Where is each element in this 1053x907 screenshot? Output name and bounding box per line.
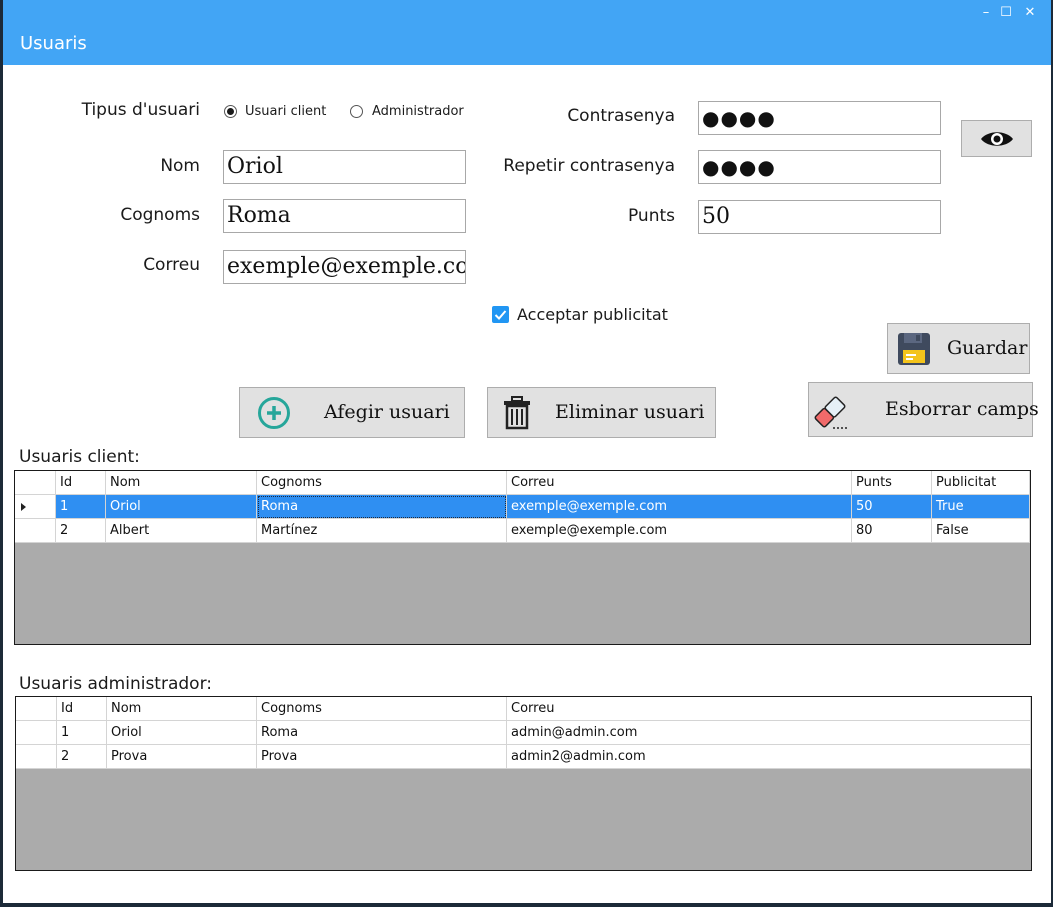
table-cell[interactable]: Prova <box>107 745 257 769</box>
column-header[interactable]: Id <box>56 471 106 495</box>
radio-admin-label[interactable]: Administrador <box>372 104 464 119</box>
table-cell[interactable]: Oriol <box>107 721 257 745</box>
publicitat-label[interactable]: Acceptar publicitat <box>517 305 668 324</box>
eraser-icon <box>814 396 847 429</box>
table-row[interactable]: 2 Albert Martínez exemple@exemple.com 80… <box>15 519 1030 543</box>
column-header[interactable]: Correu <box>507 697 1031 721</box>
add-user-button[interactable]: Afegir usuari <box>239 387 465 438</box>
add-user-label: Afegir usuari <box>324 401 450 423</box>
row-pointer-icon <box>21 503 26 511</box>
column-header[interactable]: Punts <box>852 471 932 495</box>
table-cell[interactable]: Martínez <box>257 519 507 543</box>
table-cell[interactable]: admin2@admin.com <box>507 745 1031 769</box>
admin-table: Id Nom Cognoms Correu 1 Oriol Roma admin… <box>15 696 1032 871</box>
table-row[interactable]: 1 Oriol Roma exemple@exemple.com 50 True <box>15 495 1030 519</box>
radio-client-label[interactable]: Usuari client <box>245 104 326 119</box>
row-header[interactable] <box>16 721 57 745</box>
publicitat-checkbox[interactable] <box>492 306 509 323</box>
minimize-button[interactable]: – <box>976 4 996 22</box>
row-header[interactable] <box>15 519 56 543</box>
save-button-label: Guardar <box>947 337 1028 359</box>
column-header[interactable]: Publicitat <box>932 471 1030 495</box>
repeat-password-label: Repetir contrasenya <box>503 156 675 176</box>
table-cell[interactable]: Roma <box>257 495 507 519</box>
user-type-label: Tipus d'usuari <box>81 100 200 120</box>
maximize-button[interactable]: ☐ <box>996 4 1016 22</box>
client-table-title: Usuaris client: <box>19 447 140 467</box>
trash-icon <box>504 396 530 430</box>
table-cell[interactable]: False <box>932 519 1030 543</box>
column-header[interactable]: Cognoms <box>257 471 507 495</box>
table-cell[interactable]: 2 <box>57 745 107 769</box>
checkmark-icon <box>494 310 507 320</box>
delete-user-label: Eliminar usuari <box>555 401 705 423</box>
title-bar: – ☐ ✕ Usuaris <box>3 0 1051 65</box>
table-cell[interactable]: Oriol <box>106 495 257 519</box>
nom-label: Nom <box>160 156 200 176</box>
cognoms-label: Cognoms <box>120 205 200 225</box>
table-header: Id Nom Cognoms Correu <box>16 697 1031 721</box>
close-button[interactable]: ✕ <box>1020 4 1040 22</box>
table-row[interactable]: 1 Oriol Roma admin@admin.com <box>16 721 1031 745</box>
clear-fields-button[interactable]: Esborrar camps <box>808 382 1039 437</box>
password-input[interactable]: ●●●● <box>698 101 941 135</box>
table-cell[interactable]: 2 <box>56 519 106 543</box>
client-table: Id Nom Cognoms Correu Punts Publicitat 1… <box>14 470 1031 645</box>
column-header[interactable]: Id <box>57 697 107 721</box>
window-title: Usuaris <box>20 33 87 54</box>
delete-user-button[interactable]: Eliminar usuari <box>487 387 716 438</box>
column-header[interactable]: Cognoms <box>257 697 507 721</box>
repeat-password-input[interactable]: ●●●● <box>698 150 941 184</box>
table-cell[interactable]: 80 <box>852 519 932 543</box>
plus-circle-icon <box>258 397 290 429</box>
nom-input[interactable]: Oriol <box>223 150 466 184</box>
table-cell[interactable]: True <box>932 495 1030 519</box>
eye-icon <box>981 132 1013 146</box>
table-cell[interactable]: Prova <box>257 745 507 769</box>
floppy-disk-icon <box>898 333 930 365</box>
table-row[interactable]: 2 Prova Prova admin2@admin.com <box>16 745 1031 769</box>
table-cell[interactable]: Albert <box>106 519 257 543</box>
clear-fields-label: Esborrar camps <box>885 398 1039 420</box>
save-button[interactable]: Guardar <box>887 323 1030 374</box>
column-header[interactable]: Correu <box>507 471 852 495</box>
column-header[interactable]: Nom <box>107 697 257 721</box>
table-cell[interactable]: exemple@exemple.com <box>507 519 852 543</box>
radio-client[interactable] <box>224 105 237 118</box>
punts-label: Punts <box>627 206 675 226</box>
cognoms-input[interactable]: Roma <box>223 199 466 233</box>
table-cell[interactable]: exemple@exemple.com <box>507 495 852 519</box>
row-header[interactable] <box>15 495 56 519</box>
correu-input[interactable]: exemple@exemple.co <box>223 250 466 284</box>
admin-table-title: Usuaris administrador: <box>19 674 212 694</box>
table-cell[interactable]: admin@admin.com <box>507 721 1031 745</box>
table-cell[interactable]: 1 <box>57 721 107 745</box>
correu-label: Correu <box>143 255 200 275</box>
users-window: – ☐ ✕ Usuaris Tipus d'usuari Usuari clie… <box>3 0 1051 903</box>
table-cell[interactable]: Roma <box>257 721 507 745</box>
row-header-corner <box>16 697 57 721</box>
punts-input[interactable]: 50 <box>698 200 941 234</box>
row-header[interactable] <box>16 745 57 769</box>
table-cell[interactable]: 50 <box>852 495 932 519</box>
radio-admin[interactable] <box>350 105 363 118</box>
row-header-corner <box>15 471 56 495</box>
show-password-button[interactable] <box>961 120 1032 157</box>
password-label: Contrasenya <box>567 106 675 126</box>
table-header: Id Nom Cognoms Correu Punts Publicitat <box>15 471 1030 495</box>
table-cell[interactable]: 1 <box>56 495 106 519</box>
column-header[interactable]: Nom <box>106 471 257 495</box>
